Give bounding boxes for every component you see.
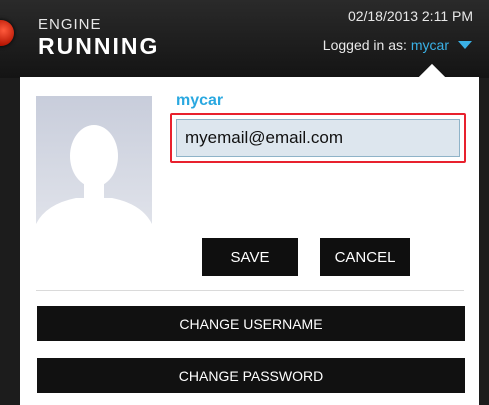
email-field-highlight — [170, 113, 466, 163]
email-field[interactable] — [176, 119, 460, 157]
caret-down-icon[interactable] — [458, 41, 472, 49]
cancel-button[interactable]: CANCEL — [320, 238, 410, 276]
save-button[interactable]: SAVE — [202, 238, 298, 276]
account-menu[interactable]: Logged in as: mycar — [323, 37, 472, 53]
engine-running-indicator-icon — [0, 20, 14, 46]
logged-in-username[interactable]: mycar — [411, 37, 449, 53]
change-password-button[interactable]: CHANGE PASSWORD — [37, 358, 465, 393]
datetime-display: 02/18/2013 2:11 PM — [347, 8, 473, 24]
logged-in-label: Logged in as: — [322, 37, 407, 53]
divider — [36, 290, 464, 291]
avatar[interactable] — [36, 96, 152, 259]
profile-username: mycar — [176, 92, 224, 109]
brand-line-1: ENGINE — [38, 16, 102, 33]
change-username-button[interactable]: CHANGE USERNAME — [37, 306, 465, 341]
silhouette-avatar-icon — [36, 96, 152, 259]
brand-line-2: RUNNING — [38, 33, 160, 59]
top-bar: ENGINE RUNNING 02/18/2013 2:11 PM Logged… — [0, 0, 489, 78]
